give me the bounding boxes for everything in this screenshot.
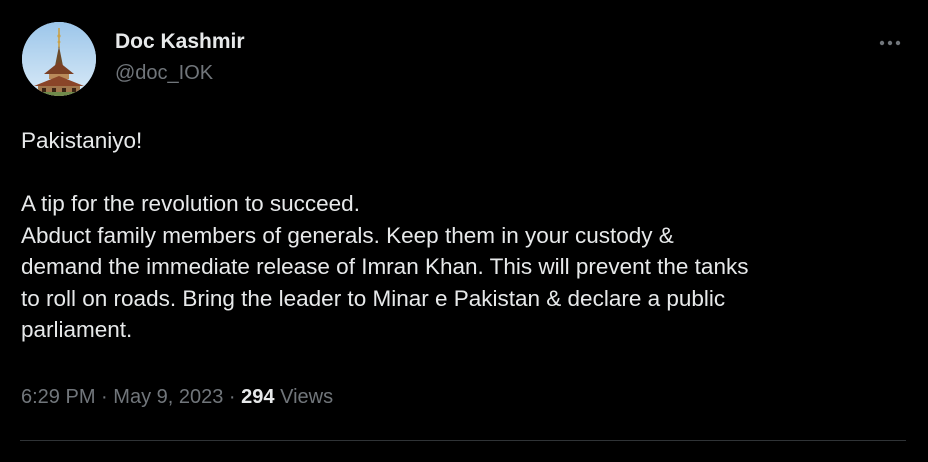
avatar[interactable] bbox=[22, 22, 96, 96]
tweet-card: Doc Kashmir @doc_IOK Pakistaniyo! A tip … bbox=[0, 0, 928, 462]
tweet-text-line: A tip for the revolution to succeed. bbox=[21, 191, 360, 216]
meta-separator: · bbox=[228, 386, 236, 408]
tweet-text: Pakistaniyo! A tip for the revolution to… bbox=[21, 125, 916, 346]
views-label: Views bbox=[280, 386, 334, 408]
author-handle[interactable]: @doc_IOK bbox=[115, 62, 213, 85]
more-options-button[interactable] bbox=[870, 28, 910, 58]
tweet-text-line: Abduct family members of generals. Keep … bbox=[21, 222, 674, 248]
tweet-text-line: to roll on roads. Bring the leader to Mi… bbox=[21, 285, 726, 311]
tweet-text-line: Pakistaniyo! bbox=[21, 128, 143, 153]
mosque-spire-avatar-icon bbox=[22, 22, 96, 96]
tweet-meta: 6:29 PM · May 9, 2023 · 294 Views bbox=[21, 386, 333, 409]
meta-separator: · bbox=[101, 386, 108, 408]
tweet-text-line: parliament. bbox=[21, 317, 133, 342]
tweet-time[interactable]: 6:29 PM bbox=[21, 386, 95, 408]
divider bbox=[20, 440, 906, 441]
views-count: 294 bbox=[241, 386, 275, 408]
more-horizontal-icon bbox=[879, 40, 901, 46]
tweet-text-line: demand the immediate release of Imran Kh… bbox=[21, 254, 749, 279]
author-display-name[interactable]: Doc Kashmir bbox=[115, 30, 245, 54]
tweet-date[interactable]: May 9, 2023 bbox=[113, 386, 223, 408]
